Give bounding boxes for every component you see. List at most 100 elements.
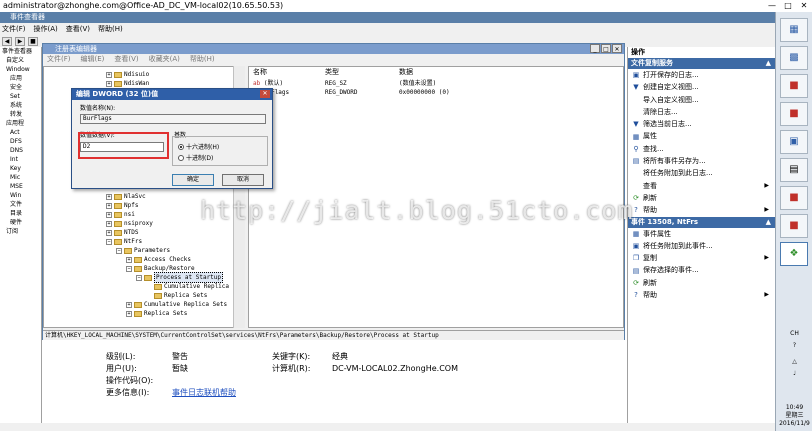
tree-node[interactable]: − NtFrs: [106, 237, 142, 246]
tree-node[interactable]: + NTDS: [106, 228, 138, 237]
tree-item[interactable]: 订阅: [0, 227, 41, 236]
tree-item[interactable]: Act: [0, 128, 41, 137]
menu-help[interactable]: 帮助(H): [98, 23, 123, 35]
tree-node[interactable]: + nsiproxy: [106, 219, 153, 228]
expand-icon[interactable]: +: [126, 310, 132, 317]
tree-item[interactable]: 转发: [0, 110, 41, 119]
collapse-icon[interactable]: −: [126, 265, 132, 272]
collapse-icon[interactable]: ▲: [766, 217, 771, 228]
menu-view[interactable]: 查看(V): [114, 54, 138, 64]
tree-node[interactable]: + Ndisuio: [106, 70, 149, 79]
close-icon[interactable]: ✕: [796, 0, 812, 12]
tree-node[interactable]: + Npfs: [106, 201, 138, 210]
action-view[interactable]: 查看 ▶: [628, 180, 775, 192]
toolbox-icon[interactable]: ■: [780, 102, 808, 126]
tree-item[interactable]: DNS: [0, 146, 41, 155]
toolbox-icon[interactable]: ■: [780, 74, 808, 98]
tree-item[interactable]: 文件: [0, 200, 41, 209]
cancel-button[interactable]: 取消: [222, 174, 264, 186]
registry-editor-icon[interactable]: ❖: [780, 242, 808, 266]
actions-group-event[interactable]: 事件 13508, NtFrs ▲: [628, 216, 775, 228]
tree-item[interactable]: 事件查看器: [0, 47, 41, 56]
expand-icon[interactable]: +: [106, 211, 112, 218]
tree-item[interactable]: Int: [0, 155, 41, 164]
action-save-selected-events[interactable]: ▤ 保存选择的事件...: [628, 264, 775, 276]
computer-icon[interactable]: ▣: [780, 130, 808, 154]
expand-icon[interactable]: +: [126, 301, 132, 308]
ok-button[interactable]: 确定: [172, 174, 214, 186]
action-copy[interactable]: ❐ 复制 ▶: [628, 252, 775, 264]
tree-item[interactable]: 安全: [0, 83, 41, 92]
back-icon[interactable]: ◀: [2, 36, 12, 46]
action-save-all-events[interactable]: ▤ 将所有事件另存为...: [628, 155, 775, 167]
dec-radio[interactable]: 十进制(D): [178, 153, 213, 162]
tree-item[interactable]: 自定义: [0, 56, 41, 65]
speaker-icon[interactable]: ♩: [776, 370, 812, 378]
more-info-link[interactable]: 事件日志联机帮助: [172, 388, 236, 398]
expand-icon[interactable]: +: [106, 71, 112, 78]
hex-radio[interactable]: 十六进制(H): [178, 142, 219, 151]
tree-node[interactable]: − Parameters: [116, 246, 170, 255]
action-refresh[interactable]: ⟳ 刷新: [628, 192, 775, 204]
tree-node[interactable]: + Cumulative Replica Sets: [126, 300, 227, 309]
tree-item[interactable]: Key: [0, 164, 41, 173]
tree-item[interactable]: 应用程: [0, 119, 41, 128]
column-header-data[interactable]: 数据: [399, 68, 413, 77]
expand-icon[interactable]: +: [106, 229, 112, 236]
toolbox-icon[interactable]: ■: [780, 214, 808, 238]
folder-icon[interactable]: ■: [28, 36, 38, 46]
forward-icon[interactable]: ▶: [15, 36, 25, 46]
tree-item[interactable]: DFS: [0, 137, 41, 146]
collapse-icon[interactable]: −: [136, 274, 142, 281]
menu-edit[interactable]: 编辑(E): [81, 54, 105, 64]
tree-item[interactable]: MSE: [0, 182, 41, 191]
menu-favorites[interactable]: 收藏夹(A): [149, 54, 180, 64]
close-icon[interactable]: ✕: [260, 90, 270, 98]
actions-group-log[interactable]: 文件复制服务 ▲: [628, 58, 775, 69]
action-attach-task-to-log[interactable]: 将任务附加到此日志...: [628, 167, 775, 179]
tree-node[interactable]: + nsi: [106, 210, 135, 219]
action-clear-log[interactable]: 清除日志...: [628, 106, 775, 118]
collapse-icon[interactable]: ▲: [766, 58, 771, 69]
menu-action[interactable]: 操作(A): [34, 23, 58, 35]
input-language[interactable]: CH: [776, 330, 812, 338]
tree-node[interactable]: Cumulative Replica: [154, 282, 229, 291]
toolbox-icon[interactable]: ■: [780, 186, 808, 210]
menu-file[interactable]: 文件(F): [2, 23, 26, 35]
folder-icon[interactable]: ▤: [780, 158, 808, 182]
collapse-icon[interactable]: −: [106, 238, 112, 245]
column-header-type[interactable]: 类型: [325, 68, 339, 77]
expand-icon[interactable]: +: [106, 80, 112, 87]
server-manager-icon[interactable]: ▦: [780, 18, 808, 42]
action-create-custom-view[interactable]: ▼ 创建自定义视图...: [628, 81, 775, 93]
action-attach-task-to-event[interactable]: ▣ 将任务附加到此事件...: [628, 240, 775, 252]
tree-item[interactable]: 系统: [0, 101, 41, 110]
tree-item[interactable]: Mic: [0, 173, 41, 182]
action-find[interactable]: ⚲ 查找...: [628, 143, 775, 155]
tree-item[interactable]: Window: [0, 65, 41, 74]
collapse-icon[interactable]: −: [116, 247, 122, 254]
expand-icon[interactable]: +: [126, 256, 132, 263]
clock-time[interactable]: 10:49: [776, 404, 812, 412]
action-filter-current-log[interactable]: ▼ 筛选当前日志...: [628, 118, 775, 130]
action-help-event[interactable]: ? 帮助 ▶: [628, 289, 775, 301]
action-open-saved-log[interactable]: ▣ 打开保存的日志...: [628, 69, 775, 81]
menu-help[interactable]: 帮助(H): [190, 54, 215, 64]
column-header-name[interactable]: 名称: [253, 68, 267, 77]
action-event-properties[interactable]: ▦ 事件属性: [628, 228, 775, 240]
action-help[interactable]: ? 帮助 ▶: [628, 204, 775, 216]
tree-node[interactable]: + NlaSvc: [106, 192, 146, 201]
tree-node-selected[interactable]: − Process at Startup: [136, 272, 224, 283]
tree-item[interactable]: 目录: [0, 209, 41, 218]
menu-file[interactable]: 文件(F): [47, 54, 71, 64]
action-refresh-event[interactable]: ⟳ 刷新: [628, 277, 775, 289]
maximize-icon[interactable]: □: [601, 44, 611, 53]
menu-view[interactable]: 查看(V): [66, 23, 90, 35]
action-properties[interactable]: ▦ 属性: [628, 130, 775, 142]
minimize-icon[interactable]: _: [590, 44, 600, 53]
restore-icon[interactable]: □: [780, 0, 796, 12]
tree-node[interactable]: Replica Sets: [154, 291, 207, 300]
tree-item[interactable]: 硬件: [0, 218, 41, 227]
expand-icon[interactable]: +: [106, 202, 112, 209]
network-icon[interactable]: △: [776, 358, 812, 366]
